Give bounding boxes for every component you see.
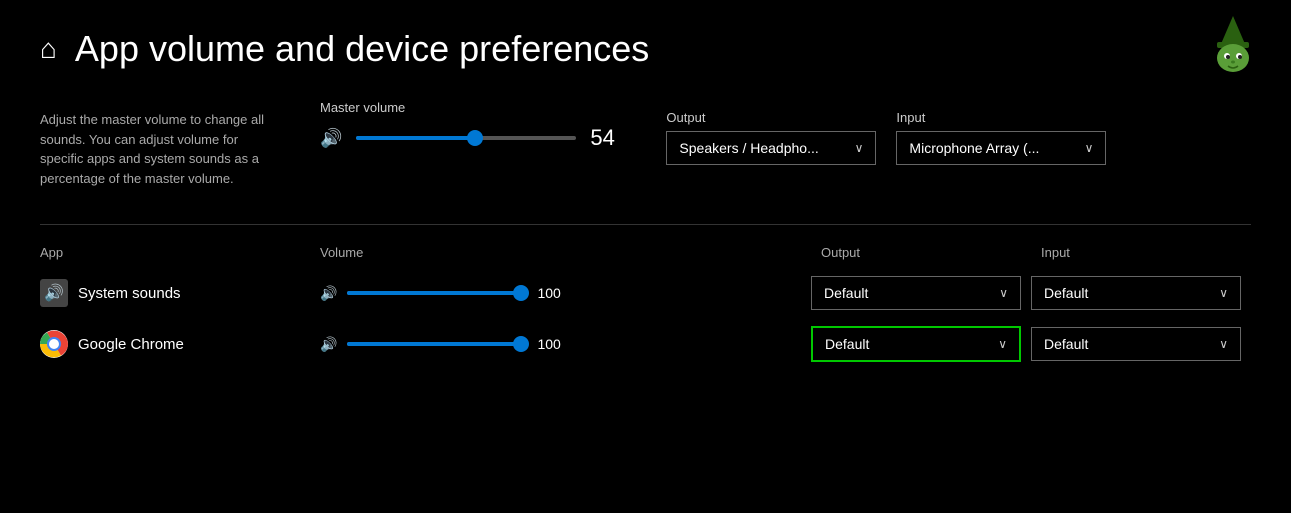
section-divider (40, 224, 1251, 225)
output-device-select[interactable]: Speakers / Headpho... ∨ (666, 131, 876, 165)
chrome-volume-cell: 🔊 100 (320, 334, 567, 354)
master-section: Adjust the master volume to change all s… (40, 100, 1251, 188)
system-sounds-output-select[interactable]: Default ∨ (811, 276, 1021, 310)
input-device-group: Input Microphone Array (... ∨ (896, 110, 1106, 165)
app-name-chrome: Google Chrome (40, 330, 320, 358)
master-volume-row: 🔊 54 (320, 125, 626, 151)
table-row: 🔊 System sounds 🔊 100 Default ∨ Def (40, 268, 1251, 318)
device-selectors: Output Speakers / Headpho... ∨ Input Mic… (666, 100, 1106, 165)
input-device-select[interactable]: Microphone Array (... ∨ (896, 131, 1106, 165)
output-label: Output (666, 110, 876, 125)
chrome-output-select[interactable]: Default ∨ (811, 326, 1021, 362)
master-speaker-icon: 🔊 (320, 128, 342, 149)
chrome-slider[interactable] (347, 334, 527, 354)
col-output-label: Output (811, 245, 1031, 260)
chrome-input-value: Default (1044, 336, 1088, 352)
chrome-label: Google Chrome (78, 336, 184, 353)
system-sounds-volume-value: 100 (537, 285, 567, 301)
chrome-speaker-icon: 🔊 (320, 336, 337, 353)
master-description: Adjust the master volume to change all s… (40, 100, 280, 188)
output-chevron-icon: ∨ (855, 141, 864, 155)
system-sounds-input-chevron: ∨ (1219, 286, 1228, 300)
chrome-volume-value: 100 (537, 336, 567, 352)
chrome-input-select[interactable]: Default ∨ (1031, 327, 1241, 361)
input-label: Input (896, 110, 1106, 125)
chrome-output-value: Default (825, 336, 869, 352)
chrome-icon (40, 330, 68, 358)
system-sounds-label: System sounds (78, 285, 181, 302)
system-sounds-volume-cell: 🔊 100 (320, 283, 567, 303)
apps-table: App Volume Output Input 🔊 System sounds … (40, 245, 1251, 370)
master-volume-value: 54 (590, 125, 626, 151)
apps-table-header: App Volume Output Input (40, 245, 1251, 268)
col-input-label: Input (1031, 245, 1251, 260)
home-icon[interactable]: ⌂ (40, 33, 57, 65)
system-sounds-slider[interactable] (347, 283, 527, 303)
system-sounds-icon: 🔊 (40, 279, 68, 307)
input-chevron-icon: ∨ (1085, 141, 1094, 155)
master-controls: Master volume 🔊 54 (320, 100, 626, 151)
master-volume-slider[interactable] (356, 128, 576, 148)
input-device-value: Microphone Array (... (909, 140, 1039, 156)
chrome-output-chevron: ∨ (998, 337, 1007, 351)
master-volume-label: Master volume (320, 100, 626, 115)
system-sounds-speaker-icon: 🔊 (320, 285, 337, 302)
col-spacer (566, 245, 812, 260)
system-sounds-output-value: Default (824, 285, 868, 301)
system-sounds-input-select[interactable]: Default ∨ (1031, 276, 1241, 310)
app-name-system-sounds: 🔊 System sounds (40, 279, 320, 307)
system-sounds-output-chevron: ∨ (999, 286, 1008, 300)
table-row: Google Chrome 🔊 100 Default ∨ Default (40, 318, 1251, 370)
output-device-value: Speakers / Headpho... (679, 140, 818, 156)
system-sounds-input-value: Default (1044, 285, 1088, 301)
page-header: ⌂ App volume and device preferences (40, 28, 1251, 70)
col-volume-label: Volume (320, 245, 566, 260)
output-device-group: Output Speakers / Headpho... ∨ (666, 110, 876, 165)
chrome-input-chevron: ∨ (1219, 337, 1228, 351)
page-title: App volume and device preferences (75, 28, 649, 70)
wizard-avatar (1203, 14, 1263, 74)
col-app-label: App (40, 245, 320, 260)
